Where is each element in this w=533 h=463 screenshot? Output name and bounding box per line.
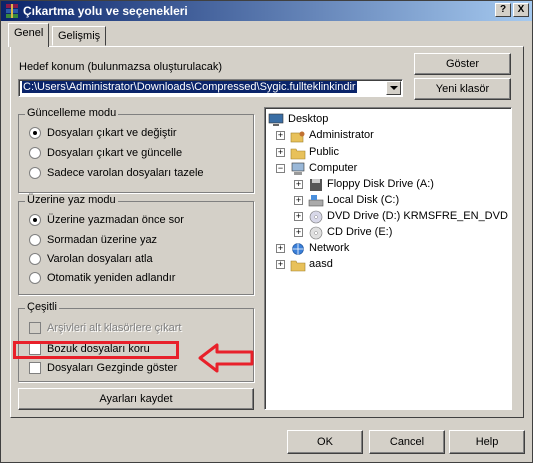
checkbox <box>29 322 41 334</box>
chevron-down-icon[interactable] <box>386 81 401 95</box>
option-label: Otomatik yeniden adlandır <box>47 272 176 284</box>
user-folder-icon <box>290 131 305 143</box>
help-title-button[interactable]: ? <box>495 3 511 17</box>
misc-title: Çeşitli <box>25 301 59 313</box>
arrow-left-icon <box>198 343 254 373</box>
expand-icon[interactable]: + <box>276 148 285 157</box>
window-title: Çıkartma yolu ve seçenekleri <box>23 4 188 18</box>
radio-button[interactable] <box>29 214 41 226</box>
help-button[interactable]: Help <box>449 430 525 454</box>
node-label: Administrator <box>309 129 374 141</box>
save-settings-button[interactable]: Ayarları kaydet <box>18 388 254 410</box>
extract-dialog: Çıkartma yolu ve seçenekleri ? X Genel G… <box>0 0 533 463</box>
show-button[interactable]: Göster <box>414 53 511 75</box>
option-label: Üzerine yazmadan önce sor <box>47 214 184 226</box>
expand-icon[interactable]: + <box>294 228 303 237</box>
title-bar: Çıkartma yolu ve seçenekleri ? X <box>1 1 532 21</box>
option-label: Sadece varolan dosyaları tazele <box>47 167 204 179</box>
node-label: Network <box>309 242 350 254</box>
cd-icon <box>309 226 323 240</box>
expand-icon[interactable]: + <box>294 212 303 221</box>
destination-path-value: C:\Users\Administrator\Downloads\Compres… <box>22 81 357 93</box>
dvd-icon <box>309 210 323 224</box>
node-label: Local Disk (C:) <box>327 194 400 206</box>
expand-icon[interactable]: + <box>294 196 303 205</box>
option-label: Dosyaları çıkart ve güncelle <box>47 147 183 159</box>
node-label: DVD Drive (D:) KRMSFRE_EN_DVD <box>327 210 508 222</box>
overwrite-mode-title: Üzerine yaz modu <box>25 194 118 206</box>
radio-button[interactable] <box>29 253 41 265</box>
radio-button[interactable] <box>29 272 41 284</box>
overwrite-mode-group: Üzerine yaz modu Üzerine yazmadan önce s… <box>18 194 254 295</box>
collapse-icon[interactable]: − <box>276 164 285 173</box>
radio-button[interactable] <box>29 147 41 159</box>
close-title-button[interactable]: X <box>513 3 529 17</box>
tab-advanced[interactable]: Gelişmiş <box>52 26 107 46</box>
folder-tree[interactable]: Desktop + Administrator + Public − Compu… <box>264 107 512 410</box>
expand-icon[interactable]: + <box>276 244 285 253</box>
expand-icon[interactable]: + <box>294 180 303 189</box>
network-icon <box>292 243 304 255</box>
checkbox[interactable] <box>29 362 41 374</box>
radio-button[interactable] <box>29 127 41 139</box>
option-label: Dosyaları çıkart ve değiştir <box>47 127 177 139</box>
new-folder-button[interactable]: Yeni klasör <box>414 78 511 100</box>
destination-label: Hedef konum (bulunmazsa oluşturulacak) <box>19 61 222 73</box>
folder-icon <box>290 148 306 160</box>
disk-icon <box>308 195 324 207</box>
option-label: Arşivleri alt klasörlere çıkart <box>47 322 182 334</box>
desktop-icon <box>268 113 284 126</box>
highlight-box <box>13 341 179 359</box>
expand-icon[interactable]: + <box>276 131 285 140</box>
tab-general[interactable]: Genel <box>8 23 50 47</box>
node-label: Desktop <box>288 113 329 125</box>
option-label: Dosyaları Gezginde göster <box>47 362 178 374</box>
ok-button[interactable]: OK <box>287 430 363 454</box>
folder-icon <box>290 260 306 272</box>
computer-icon <box>291 162 305 175</box>
option-label: Sormadan üzerine yaz <box>47 234 158 246</box>
floppy-icon <box>310 179 322 191</box>
cancel-button[interactable]: Cancel <box>369 430 445 454</box>
update-mode-group: Güncelleme modu Dosyaları çıkart ve deği… <box>18 107 254 193</box>
node-label: Public <box>309 146 339 158</box>
option-label: Varolan dosyaları atla <box>47 253 153 265</box>
node-label: Floppy Disk Drive (A:) <box>327 178 434 190</box>
winrar-icon <box>6 4 18 18</box>
expand-icon[interactable]: + <box>276 260 285 269</box>
node-label: Computer <box>309 162 358 174</box>
radio-button[interactable] <box>29 234 41 246</box>
node-label: aasd <box>309 258 333 270</box>
update-mode-title: Güncelleme modu <box>25 107 119 119</box>
destination-path-combo[interactable]: C:\Users\Administrator\Downloads\Compres… <box>18 79 403 97</box>
node-label: CD Drive (E:) <box>327 226 393 238</box>
radio-button[interactable] <box>29 167 41 179</box>
